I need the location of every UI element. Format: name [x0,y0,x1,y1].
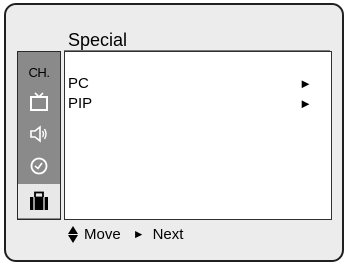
footer-hint: Move ► Next [64,223,330,245]
menu-item-label: PIP [68,94,93,112]
menu-item-label: PC [68,74,89,92]
menu-item-pip[interactable]: PIP ► [68,94,326,112]
sidebar-item-special[interactable] [18,184,60,218]
sidebar-item-sound[interactable] [18,118,60,150]
next-arrow-icon: ► [132,227,145,241]
move-label: Move [84,225,121,243]
sidebar-item-picture[interactable] [18,86,60,118]
next-label: Next [152,225,184,243]
clock-icon [30,157,48,175]
speaker-icon [30,125,47,143]
briefcase-icon [30,191,48,210]
sidebar-item-time[interactable] [18,150,60,182]
right-arrow-icon: ► [299,75,312,91]
menu-title: Special [68,30,128,50]
right-arrow-icon: ► [299,95,312,111]
menu-panel: PC ► PIP ► [64,51,332,220]
menu-item-pc[interactable]: PC ► [68,74,326,92]
sidebar-item-channel[interactable]: CH. [18,56,60,88]
menu-sidebar: CH. [17,51,61,220]
tv-icon [30,92,48,111]
channel-icon: CH. [28,64,50,80]
up-down-arrows-icon [68,225,78,243]
